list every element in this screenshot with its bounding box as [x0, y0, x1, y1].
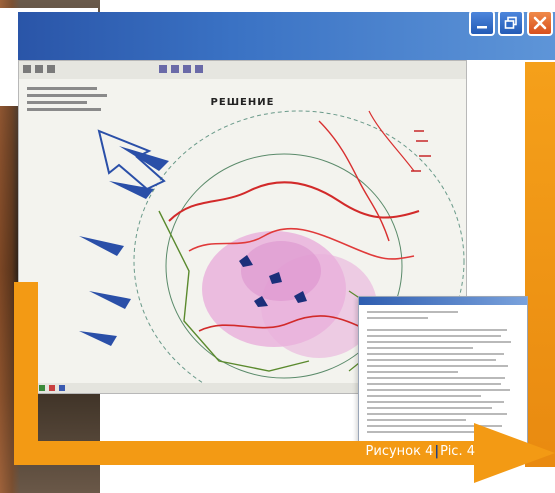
caption-figure-ua: Pic. 4 [440, 444, 475, 459]
figure-caption: Рисунок 4|Pic. 4 [366, 444, 475, 459]
close-button[interactable] [527, 10, 553, 36]
arrow-right-icon [474, 423, 555, 483]
restore-icon [504, 16, 517, 29]
restore-button[interactable] [498, 10, 524, 36]
close-icon [533, 16, 547, 30]
orange-frame-left [14, 282, 38, 465]
caption-separator: | [434, 444, 440, 459]
map-title: РЕШЕНИЕ [210, 97, 275, 108]
window-controls [469, 10, 553, 36]
minimize-icon [477, 26, 487, 29]
caption-figure-ru: Рисунок 4 [365, 444, 434, 459]
document-titlebar [359, 297, 527, 305]
minimize-button[interactable] [469, 10, 495, 36]
orange-frame-right [525, 62, 555, 467]
